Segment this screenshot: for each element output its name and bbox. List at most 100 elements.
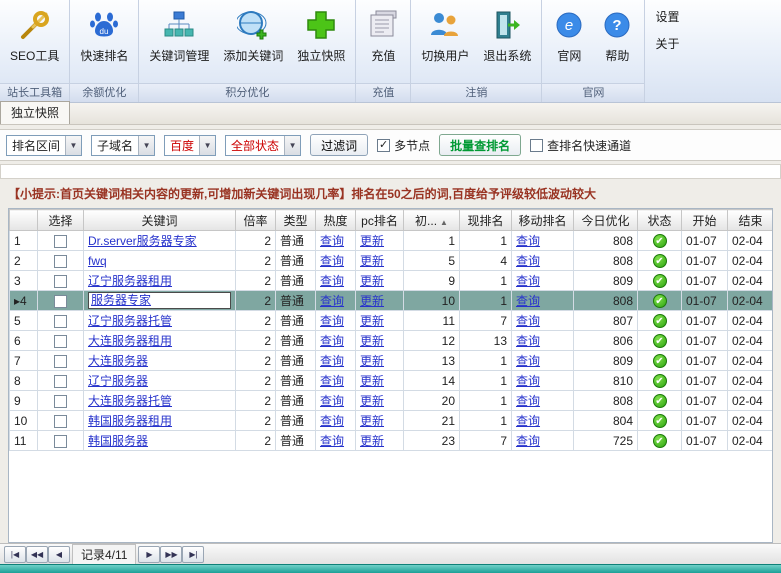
filter-words-button[interactable]: 过滤词 bbox=[310, 134, 368, 156]
record-nav-button[interactable]: |◀ bbox=[4, 546, 26, 563]
keyword-link[interactable]: 辽宁服务器托管 bbox=[88, 314, 172, 328]
column-header-0[interactable] bbox=[10, 210, 38, 231]
mobile-query-link[interactable]: 查询 bbox=[516, 374, 540, 388]
pc-update-link[interactable]: 更新 bbox=[360, 314, 384, 328]
tab-snapshot[interactable]: 独立快照 bbox=[0, 101, 70, 124]
select-cell[interactable] bbox=[38, 231, 84, 251]
select-cell[interactable] bbox=[38, 311, 84, 331]
column-header-1[interactable]: 选择 bbox=[38, 210, 84, 231]
select-cell[interactable] bbox=[38, 371, 84, 391]
mobile-query-link[interactable]: 查询 bbox=[516, 314, 540, 328]
row-checkbox[interactable] bbox=[54, 275, 67, 288]
table-row[interactable]: 7大连服务器2普通查询更新131查询809✔01-0702-04 bbox=[10, 351, 774, 371]
row-checkbox[interactable] bbox=[54, 395, 67, 408]
chevron-down-icon[interactable]: ▼ bbox=[138, 136, 154, 155]
column-header-2[interactable]: 关键词 bbox=[84, 210, 236, 231]
select-cell[interactable] bbox=[38, 391, 84, 411]
column-header-5[interactable]: 热度 bbox=[316, 210, 356, 231]
keyword-link[interactable]: 大连服务器租用 bbox=[88, 334, 172, 348]
keyword-manager-button[interactable]: 关键词管理 bbox=[142, 2, 216, 83]
heat-query-link[interactable]: 查询 bbox=[320, 274, 344, 288]
about-button[interactable]: 关于 bbox=[655, 35, 679, 52]
heat-query-link[interactable]: 查询 bbox=[320, 354, 344, 368]
horizontal-scrollbar[interactable] bbox=[0, 564, 781, 573]
pc-update-link[interactable]: 更新 bbox=[360, 434, 384, 448]
recharge-button[interactable]: 充值 bbox=[359, 2, 407, 83]
pc-update-link[interactable]: 更新 bbox=[360, 394, 384, 408]
row-checkbox[interactable] bbox=[54, 315, 67, 328]
heat-query-link[interactable]: 查询 bbox=[320, 434, 344, 448]
switch-user-button[interactable]: 切换用户 bbox=[414, 2, 476, 83]
batch-rank-button[interactable]: 批量查排名 bbox=[439, 134, 521, 156]
multi-node-checkbox[interactable]: ✓ 多节点 bbox=[377, 137, 430, 154]
mobile-query-link[interactable]: 查询 bbox=[516, 294, 540, 308]
fast-rank-button[interactable]: du 快速排名 bbox=[73, 2, 135, 83]
pc-update-link[interactable]: 更新 bbox=[360, 334, 384, 348]
mobile-query-link[interactable]: 查询 bbox=[516, 254, 540, 268]
column-header-9[interactable]: 移动排名 bbox=[512, 210, 574, 231]
column-header-3[interactable]: 倍率 bbox=[236, 210, 276, 231]
heat-query-link[interactable]: 查询 bbox=[320, 414, 344, 428]
fast-channel-checkbox[interactable]: 查排名快速通道 bbox=[530, 137, 631, 154]
keyword-link[interactable]: 辽宁服务器 bbox=[88, 374, 148, 388]
keyword-link[interactable]: 大连服务器托管 bbox=[88, 394, 172, 408]
select-cell[interactable] bbox=[38, 351, 84, 371]
row-checkbox[interactable] bbox=[54, 255, 67, 268]
mobile-query-link[interactable]: 查询 bbox=[516, 334, 540, 348]
table-row[interactable]: 5辽宁服务器托管2普通查询更新117查询807✔01-0702-04 bbox=[10, 311, 774, 331]
add-keyword-button[interactable]: 添加关键词 bbox=[216, 2, 290, 83]
select-cell[interactable] bbox=[38, 431, 84, 451]
row-checkbox[interactable] bbox=[54, 355, 67, 368]
row-checkbox[interactable] bbox=[54, 295, 67, 308]
mobile-query-link[interactable]: 查询 bbox=[516, 434, 540, 448]
chevron-down-icon[interactable]: ▼ bbox=[199, 136, 215, 155]
keyword-link[interactable]: Dr.server服务器专家 bbox=[88, 234, 197, 248]
select-cell[interactable] bbox=[38, 331, 84, 351]
row-checkbox[interactable] bbox=[54, 335, 67, 348]
column-header-13[interactable]: 结束 bbox=[728, 210, 774, 231]
mobile-query-link[interactable]: 查询 bbox=[516, 234, 540, 248]
mobile-query-link[interactable]: 查询 bbox=[516, 414, 540, 428]
keyword-link[interactable]: 韩国服务器 bbox=[88, 434, 148, 448]
ranking-range-select[interactable]: 排名区间 ▼ bbox=[6, 135, 82, 156]
heat-query-link[interactable]: 查询 bbox=[320, 234, 344, 248]
help-button[interactable]: ? 帮助 bbox=[593, 2, 641, 83]
select-cell[interactable] bbox=[38, 411, 84, 431]
keyword-link[interactable]: 辽宁服务器租用 bbox=[88, 274, 172, 288]
table-row[interactable]: 2fwq2普通查询更新54查询808✔01-0702-04 bbox=[10, 251, 774, 271]
seo-tools-button[interactable]: SEO工具 bbox=[3, 2, 66, 83]
table-row[interactable]: 3辽宁服务器租用2普通查询更新91查询809✔01-0702-04 bbox=[10, 271, 774, 291]
mobile-query-link[interactable]: 查询 bbox=[516, 394, 540, 408]
row-checkbox[interactable] bbox=[54, 375, 67, 388]
table-row[interactable]: 6大连服务器租用2普通查询更新1213查询806✔01-0702-04 bbox=[10, 331, 774, 351]
column-header-4[interactable]: 类型 bbox=[276, 210, 316, 231]
status-select[interactable]: 全部状态 ▼ bbox=[225, 135, 301, 156]
column-header-11[interactable]: 状态 bbox=[638, 210, 682, 231]
keyword-edit-box[interactable]: 服务器专家 bbox=[88, 292, 231, 309]
select-cell[interactable] bbox=[38, 291, 84, 311]
snapshot-button[interactable]: 独立快照 bbox=[290, 2, 352, 83]
pc-update-link[interactable]: 更新 bbox=[360, 254, 384, 268]
column-header-10[interactable]: 今日优化 bbox=[574, 210, 638, 231]
row-checkbox[interactable] bbox=[54, 435, 67, 448]
exit-system-button[interactable]: 退出系统 bbox=[476, 2, 538, 83]
record-nav-button[interactable]: ▶▶ bbox=[160, 546, 182, 563]
column-header-8[interactable]: 现排名 bbox=[460, 210, 512, 231]
record-nav-button[interactable]: ◀ bbox=[48, 546, 70, 563]
table-row[interactable]: 10韩国服务器租用2普通查询更新211查询804✔01-0702-04 bbox=[10, 411, 774, 431]
mobile-query-link[interactable]: 查询 bbox=[516, 274, 540, 288]
pc-update-link[interactable]: 更新 bbox=[360, 294, 384, 308]
record-nav-button[interactable]: ◀◀ bbox=[26, 546, 48, 563]
subdomain-select[interactable]: 子域名 ▼ bbox=[91, 135, 155, 156]
table-row[interactable]: ▸4服务器专家2普通查询更新101查询808✔01-0702-04 bbox=[10, 291, 774, 311]
chevron-down-icon[interactable]: ▼ bbox=[65, 136, 81, 155]
table-row[interactable]: 1Dr.server服务器专家2普通查询更新11查询808✔01-0702-04 bbox=[10, 231, 774, 251]
pc-update-link[interactable]: 更新 bbox=[360, 374, 384, 388]
keyword-link[interactable]: 服务器专家 bbox=[91, 293, 151, 307]
checkbox-checked-icon[interactable]: ✓ bbox=[377, 139, 390, 152]
record-nav-button[interactable]: ▶ bbox=[138, 546, 160, 563]
row-checkbox[interactable] bbox=[54, 235, 67, 248]
heat-query-link[interactable]: 查询 bbox=[320, 394, 344, 408]
website-button[interactable]: e 官网 bbox=[545, 2, 593, 83]
table-row[interactable]: 8辽宁服务器2普通查询更新141查询810✔01-0702-04 bbox=[10, 371, 774, 391]
